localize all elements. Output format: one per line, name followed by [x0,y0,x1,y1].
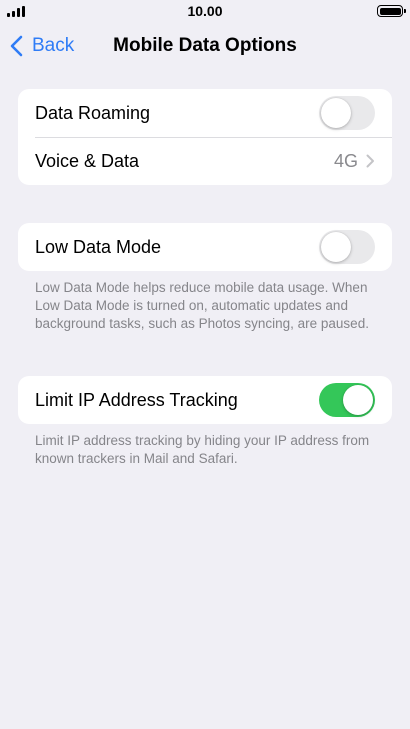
low-data-mode-row: Low Data Mode [18,223,392,271]
low-data-mode-toggle[interactable] [319,230,375,264]
back-chevron-icon [10,35,23,57]
limit-ip-tracking-row: Limit IP Address Tracking [18,376,392,424]
back-label: Back [32,35,75,56]
navigation-bar: Mobile Data Options Back [0,28,410,64]
limit-ip-tracking-label: Limit IP Address Tracking [35,389,238,410]
limit-ip-tracking-toggle[interactable] [319,383,375,417]
voice-data-row[interactable]: Voice & Data 4G [18,137,392,185]
low-data-mode-footnote: Low Data Mode helps reduce mobile data u… [35,280,369,331]
data-roaming-toggle[interactable] [319,96,375,130]
status-bar: 10.00 [0,0,410,24]
roaming-voice-group: Data Roaming Voice & Data 4G [18,89,392,185]
ip-tracking-group: Limit IP Address Tracking [18,376,392,424]
data-roaming-label: Data Roaming [35,102,151,123]
status-time: 10.00 [187,3,223,19]
low-data-mode-group: Low Data Mode [18,223,392,271]
low-data-mode-label: Low Data Mode [35,236,162,257]
data-roaming-row: Data Roaming [18,89,392,137]
voice-data-value: 4G [333,150,358,171]
back-button[interactable]: Back [8,28,74,64]
limit-ip-tracking-footnote: Limit IP address tracking by hiding your… [35,433,370,466]
voice-data-label: Voice & Data [35,150,140,171]
chevron-right-icon [366,154,374,168]
battery-icon [377,5,406,17]
